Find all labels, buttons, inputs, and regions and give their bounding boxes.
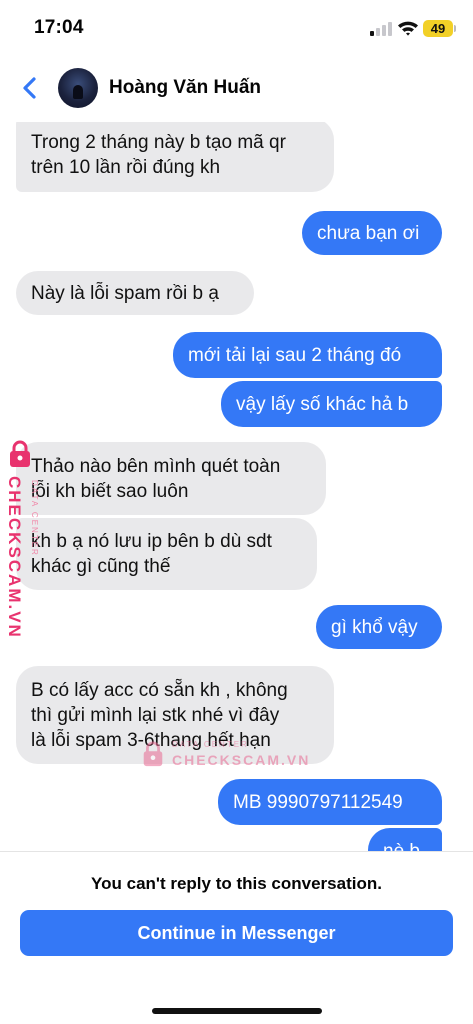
checkscam-side-watermark: CHECKSCAM.VN DATA CENTER (4, 440, 39, 640)
status-bar: 17:04 49 (0, 0, 473, 56)
cellular-signal-icon (370, 22, 392, 36)
message-bubble-incoming[interactable]: Trong 2 tháng này b tạo mã qr trên 10 lầ… (16, 122, 334, 192)
conversation-header: Hoàng Văn Huấn (0, 56, 473, 122)
message-line: Này là lỗi spam rồi b ạ (31, 282, 219, 304)
message-line: trên 10 lần rồi đúng kh (31, 157, 221, 178)
contact-name[interactable]: Hoàng Văn Huấn (109, 77, 261, 99)
message-line: kh b ạ nó lưu ip bên b dù sdt (31, 531, 272, 552)
message-bubble-incoming[interactable]: Này là lỗi spam rồi b ạ (16, 271, 254, 315)
message-line: Thảo nào bên mình quét toàn (31, 455, 281, 477)
message-bubble-outgoing[interactable]: nè b (368, 828, 442, 852)
checkscam-center-watermark: DATA CENTER CHECKSCAM.VN (140, 738, 308, 770)
message-bubble-outgoing[interactable]: MB 9990797112549 (218, 779, 442, 825)
message-bubble-outgoing[interactable]: gì khổ vậy (316, 605, 442, 649)
message-line: nè b (383, 840, 420, 853)
watermark-subtext: DATA CENTER (30, 480, 39, 557)
battery-tip (454, 25, 456, 32)
footer: You can't reply to this conversation. Co… (0, 852, 473, 1024)
message-bubble-outgoing[interactable]: vậy lấy số khác hả b (221, 381, 442, 427)
continue-in-messenger-button[interactable]: Continue in Messenger (20, 910, 453, 956)
message-line: Trong 2 tháng này b tạo mã qr (31, 132, 286, 153)
watermark-subtext: DATA CENTER (172, 740, 249, 749)
wifi-icon (398, 21, 418, 36)
reply-disabled-notice: You can't reply to this conversation. (91, 874, 382, 893)
message-line: khác gì cũng thế (31, 556, 171, 577)
watermark-text: CHECKSCAM.VN (172, 752, 311, 768)
message-bubble-incoming[interactable]: kh b ạ nó lưu ip bên b dù sdt khác gì cũ… (16, 518, 317, 590)
message-bubble-outgoing[interactable]: chưa bạn ơi (302, 211, 442, 255)
message-line: vậy lấy số khác hả b (236, 393, 409, 415)
lock-icon (143, 741, 163, 767)
chevron-left-icon[interactable] (18, 74, 42, 102)
battery-icon: 49 (423, 20, 453, 37)
status-time: 17:04 (34, 17, 84, 38)
lock-icon (10, 440, 30, 467)
message-line: chưa bạn ơi (317, 222, 420, 244)
message-line: lỗi kh biết sao luôn (31, 480, 189, 502)
message-line: MB 9990797112549 (233, 791, 403, 813)
message-line: gì khổ vậy (331, 616, 418, 638)
watermark-text: CHECKSCAM.VN (5, 476, 24, 639)
message-bubble-outgoing[interactable]: mới tải lại sau 2 tháng đó (173, 332, 442, 378)
message-bubble-incoming[interactable]: Thảo nào bên mình quét toàn lỗi kh biết … (16, 442, 326, 515)
home-indicator[interactable] (152, 1008, 322, 1014)
avatar[interactable] (58, 68, 98, 108)
message-line: B có lấy acc có sẵn kh , không (31, 679, 288, 701)
message-line: mới tải lại sau 2 tháng đó (188, 344, 402, 366)
message-line: thì gửi mình lại stk nhé vì đây (31, 704, 280, 726)
